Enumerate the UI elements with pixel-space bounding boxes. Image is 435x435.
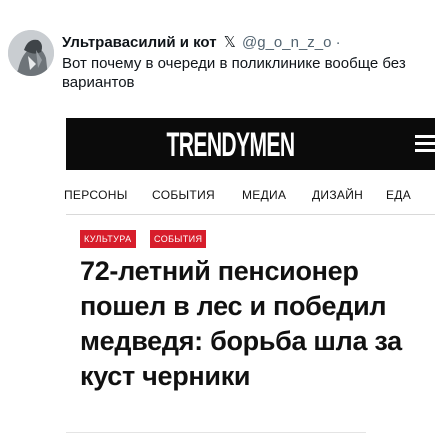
tag-culture[interactable]: КУЛЬТУРА bbox=[80, 230, 136, 248]
tag-events[interactable]: СОБЫТИЯ bbox=[150, 230, 207, 248]
author-handle[interactable]: @g_o_n_z_o bbox=[242, 34, 331, 51]
x-logo-icon: 𝕏 bbox=[223, 34, 236, 51]
article-headline[interactable]: 72-летний пенсионер пошел в лес и победи… bbox=[80, 254, 430, 394]
nav-item-events[interactable]: СОБЫТИЯ bbox=[152, 188, 215, 202]
nav-item-food[interactable]: ЕДА bbox=[386, 188, 411, 202]
author-display-name[interactable]: Ультравасилий и кот bbox=[62, 34, 217, 51]
site-header: TRENDYMEN bbox=[66, 118, 435, 170]
section-nav: ПЕРСОНЫ СОБЫТИЯ МЕДИА ДИЗАЙН ЕДА bbox=[64, 188, 435, 208]
content-divider bbox=[66, 432, 366, 433]
tweet-header: Ультравасилий и кот 𝕏 @g_o_n_z_o · bbox=[62, 34, 429, 52]
attached-image[interactable]: TRENDYMEN ПЕРСОНЫ СОБЫТИЯ МЕДИА ДИЗАЙН Е… bbox=[56, 112, 435, 435]
site-logo[interactable]: TRENDYMEN bbox=[129, 126, 333, 164]
separator-dot: · bbox=[335, 34, 341, 51]
nav-item-design[interactable]: ДИЗАЙН bbox=[312, 188, 363, 202]
tweet-text: Вот почему в очереди в поликлинике вообщ… bbox=[62, 55, 406, 91]
hamburger-menu-icon[interactable] bbox=[415, 135, 435, 153]
nav-item-persons[interactable]: ПЕРСОНЫ bbox=[64, 188, 128, 202]
nav-item-media[interactable]: МЕДИА bbox=[242, 188, 286, 202]
avatar[interactable] bbox=[8, 30, 54, 76]
nav-divider bbox=[66, 214, 435, 215]
